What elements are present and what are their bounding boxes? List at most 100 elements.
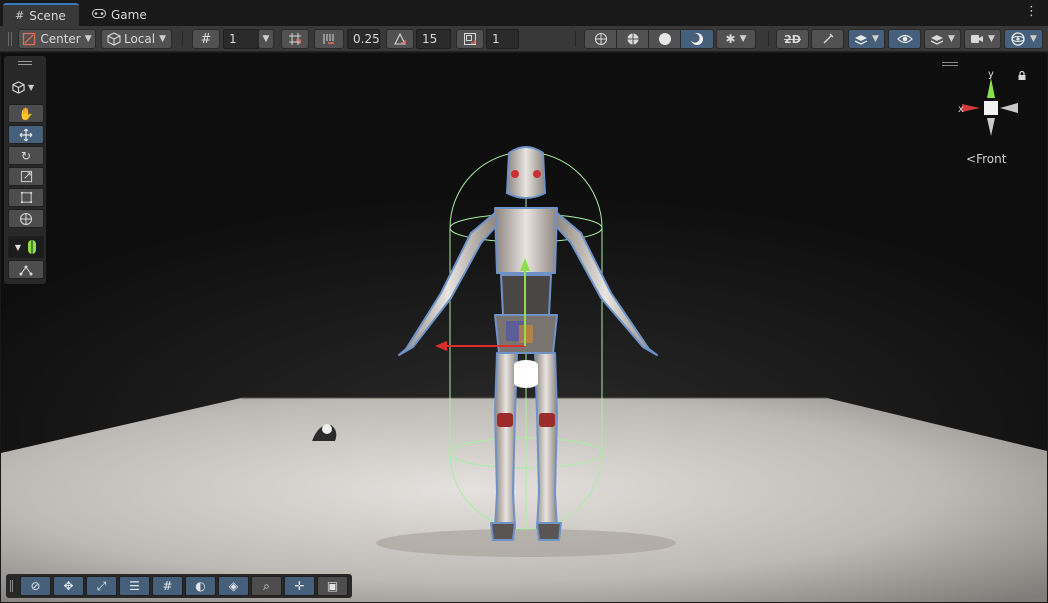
more-options-icon[interactable]: ⋮ bbox=[1025, 5, 1038, 18]
gizmos-dropdown[interactable]: ▼ bbox=[1004, 29, 1043, 49]
collider-edit-icon bbox=[28, 240, 37, 254]
chevron-down-icon: ▼ bbox=[84, 34, 92, 44]
overlay-drag-handle[interactable] bbox=[18, 61, 32, 65]
tab-bar: # Scene Game ⋮ bbox=[0, 0, 1048, 26]
view-tool-button[interactable]: ✋ bbox=[8, 104, 44, 123]
shaded-wire-sphere-icon bbox=[627, 33, 638, 45]
gizmo-drag-handle[interactable] bbox=[942, 62, 958, 66]
scene-window: # Scene Game ⋮ Center ▼ Local ▼ # 1 ▼ 0.… bbox=[0, 0, 1048, 603]
chevron-down-icon: ▼ bbox=[872, 34, 879, 44]
move-overlay-button[interactable]: ✥ bbox=[53, 576, 84, 596]
settings-overlay-button[interactable]: ☰ bbox=[119, 576, 150, 596]
lit-sphere-icon: ◐ bbox=[195, 579, 206, 593]
toolbar-grip[interactable] bbox=[8, 32, 12, 46]
layers-icon: ◈ bbox=[228, 579, 239, 593]
solid-sphere-icon bbox=[658, 33, 671, 45]
2d-view-toggle[interactable]: 2D bbox=[776, 29, 809, 49]
nodes-icon bbox=[19, 265, 33, 275]
scene-visibility-toggle[interactable] bbox=[888, 29, 921, 49]
move-handles-icon: ✛ bbox=[294, 579, 305, 593]
snap-increment-field[interactable]: 0.25 bbox=[347, 29, 380, 49]
chevron-down-icon: ▼ bbox=[1030, 34, 1037, 44]
rect-tool-button[interactable] bbox=[8, 188, 44, 207]
overlay-drag-handle[interactable] bbox=[10, 580, 13, 592]
debug-draw-mode-dropdown[interactable]: ✱ ▼ bbox=[716, 29, 756, 49]
pivot-overlay-button[interactable]: ✛ bbox=[284, 576, 315, 596]
unlit-shading-button[interactable] bbox=[648, 29, 681, 49]
increment-snap-button[interactable] bbox=[314, 29, 344, 49]
grid-icon: # bbox=[200, 31, 212, 47]
grid-icon: # bbox=[15, 9, 25, 22]
rotation-snap-button[interactable] bbox=[386, 29, 414, 49]
cube-icon bbox=[107, 32, 121, 46]
scale-snap-field[interactable]: 1 bbox=[486, 29, 519, 49]
scene-render bbox=[1, 53, 1047, 602]
cube-icon bbox=[12, 80, 25, 94]
layers-icon bbox=[930, 35, 944, 45]
space-mode-label: Local bbox=[123, 32, 156, 46]
transform-tool-button[interactable] bbox=[8, 209, 44, 228]
lit-sphere-icon bbox=[690, 33, 703, 45]
light-off-icon bbox=[823, 33, 833, 44]
lighting-overlay-button[interactable]: ◐ bbox=[185, 576, 216, 596]
tab-scene-label: Scene bbox=[29, 8, 66, 23]
rotation-snap-field[interactable]: 15 bbox=[416, 29, 451, 49]
chevron-down-icon: ▼ bbox=[948, 34, 955, 44]
tool-context-dropdown[interactable]: ▼ bbox=[12, 79, 40, 95]
grid-visibility-button[interactable]: # bbox=[192, 29, 220, 49]
grid-size-field[interactable]: 1 bbox=[223, 29, 259, 49]
hand-icon: ✋ bbox=[18, 106, 34, 121]
wireframe-shading-button[interactable] bbox=[584, 29, 617, 49]
lit-shading-button[interactable] bbox=[680, 29, 714, 49]
chevron-down-icon: ▼ bbox=[159, 34, 167, 44]
search-overlay-button[interactable]: ⌕ bbox=[251, 576, 282, 596]
grid-snap-button[interactable] bbox=[281, 29, 309, 49]
toolbar-separator bbox=[575, 31, 576, 47]
axis-x-label: x bbox=[958, 104, 964, 115]
tab-game[interactable]: Game bbox=[80, 3, 150, 26]
chevron-down-icon: ▼ bbox=[739, 34, 747, 44]
orientation-overlay-button[interactable]: ⊘ bbox=[20, 576, 51, 596]
scale-icon: ⤢ bbox=[96, 578, 107, 593]
scale-snap-icon bbox=[464, 33, 476, 45]
wireframe-sphere-icon bbox=[594, 32, 607, 46]
scale-snap-button[interactable] bbox=[456, 29, 484, 49]
grid-snap-icon: # bbox=[162, 579, 173, 593]
rotate-tool-button[interactable]: ↻ bbox=[8, 146, 44, 165]
rotate-icon: ↻ bbox=[20, 148, 32, 163]
space-mode-dropdown[interactable]: Local ▼ bbox=[101, 29, 172, 49]
effects-dropdown[interactable]: ▼ bbox=[848, 29, 885, 49]
shaded-wireframe-button[interactable] bbox=[616, 29, 649, 49]
chevron-down-icon: ▼ bbox=[14, 242, 22, 252]
scale-icon bbox=[20, 170, 32, 183]
tab-game-label: Game bbox=[111, 7, 147, 22]
pivot-mode-dropdown[interactable]: Center ▼ bbox=[18, 29, 96, 49]
compass-icon: ⊘ bbox=[30, 579, 41, 593]
rotation-snap-icon bbox=[394, 32, 406, 45]
scene-viewport[interactable] bbox=[1, 53, 1047, 602]
eye-icon bbox=[896, 34, 913, 44]
scale-overlay-button[interactable]: ⤢ bbox=[86, 576, 117, 596]
search-icon: ⌕ bbox=[263, 578, 270, 593]
tab-scene[interactable]: # Scene bbox=[3, 3, 79, 26]
lighting-toggle[interactable] bbox=[811, 29, 844, 49]
camera-settings-dropdown[interactable]: ▼ bbox=[964, 29, 1001, 49]
move-arrows-icon: ✥ bbox=[63, 579, 74, 593]
toolbar-separator bbox=[182, 31, 183, 47]
custom-tool-dropdown[interactable]: ▼ bbox=[8, 236, 44, 258]
2d-icon: 2D bbox=[784, 32, 801, 46]
camera-overlay-button[interactable]: ▣ bbox=[317, 576, 348, 596]
snap-overlay-button[interactable]: # bbox=[152, 576, 183, 596]
scale-tool-button[interactable] bbox=[8, 167, 44, 186]
layers-overlay-button[interactable]: ◈ bbox=[218, 576, 249, 596]
move-tool-button[interactable] bbox=[8, 125, 44, 144]
gizmo-globe-icon bbox=[1011, 32, 1025, 46]
chevron-down-icon: ▼ bbox=[28, 82, 35, 92]
edit-bounds-button[interactable] bbox=[8, 260, 44, 279]
chevron-down-icon: ▼ bbox=[988, 34, 995, 44]
view-orientation-label[interactable]: <Front bbox=[966, 152, 1006, 166]
layers-dropdown[interactable]: ▼ bbox=[924, 29, 961, 49]
orientation-gizmo[interactable]: x y bbox=[952, 68, 1032, 148]
sliders-icon: ☰ bbox=[129, 579, 140, 593]
grid-size-dropdown[interactable]: ▼ bbox=[258, 29, 274, 49]
